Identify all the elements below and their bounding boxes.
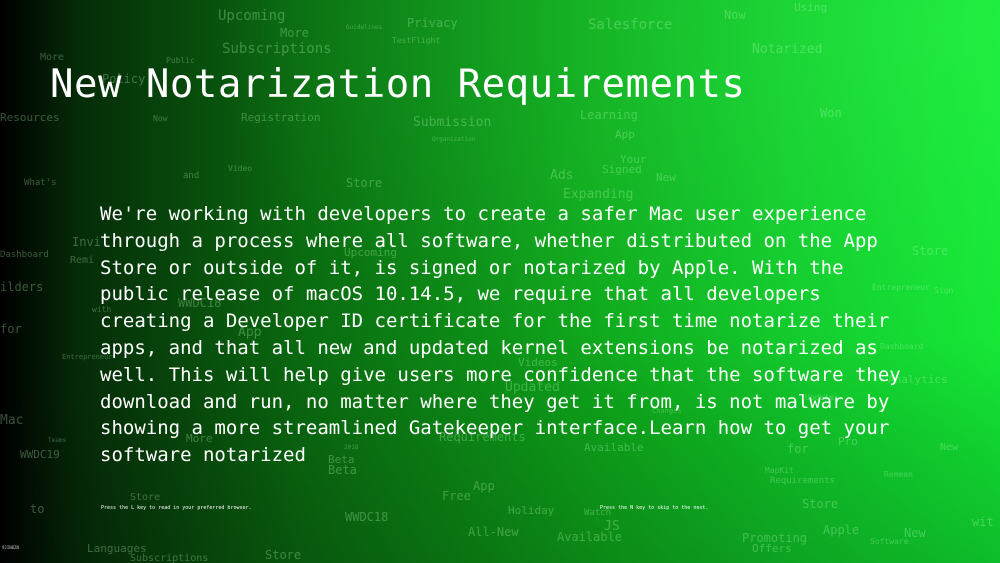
bg-word: More [280, 26, 309, 40]
bg-word: App [473, 479, 495, 493]
slide-title: New Notarization Requirements [50, 62, 746, 107]
bg-word: Privacy [407, 16, 458, 30]
bg-word: New [904, 526, 926, 540]
bg-word: Expanding [563, 187, 634, 202]
bg-word: Upcoming [218, 8, 286, 24]
bg-word: Store [130, 492, 161, 503]
bg-word: and [183, 171, 200, 181]
bg-word: Offers [752, 542, 792, 555]
bg-word: TestFlight [392, 36, 441, 45]
bg-word: Dashboard [0, 250, 49, 260]
bg-word: ilders [0, 280, 44, 294]
bg-word: Guidelines [346, 24, 383, 31]
bg-word: Software [870, 537, 909, 546]
bg-word: New [940, 442, 959, 453]
bg-word: Teams [48, 437, 67, 444]
bg-word: Promoting [742, 531, 808, 545]
bg-word: Free [442, 489, 471, 503]
bg-word: Submission [413, 115, 492, 130]
bg-word: Mac [0, 413, 24, 428]
bg-word: Now [724, 8, 746, 22]
bg-word: Notarized [752, 42, 823, 57]
bg-word: to [30, 502, 45, 516]
corner-code: 9JIN8ZN [2, 545, 19, 550]
bg-word: Requirements [770, 476, 836, 486]
read-in-browser-hint: Press the L key to read in your preferre… [101, 505, 252, 511]
bg-word: wit [972, 515, 994, 529]
bg-word: Subscriptions [130, 553, 209, 563]
bg-word: Organization [432, 136, 476, 143]
bg-word: Languages [87, 542, 147, 555]
slide-body-text: We're working with developers to create … [100, 203, 901, 467]
bg-word: JS [604, 519, 620, 534]
bg-word: Using [794, 1, 828, 14]
bg-word: Signed [602, 163, 642, 176]
bg-word: Remean [884, 470, 913, 479]
bg-word: Ads [550, 168, 574, 183]
bg-word: WWDC18 [345, 510, 389, 524]
bg-word: Available [557, 530, 623, 544]
bg-word: Won [820, 106, 842, 120]
bg-word: Holiday [508, 504, 555, 517]
bg-word: Invi [72, 235, 101, 249]
bg-word: Resources [0, 111, 60, 124]
bg-word: Remi [70, 255, 95, 266]
bg-word: What's [24, 178, 57, 188]
bg-word: Sign [934, 286, 954, 295]
bg-word: New [656, 171, 676, 184]
bg-word: Now [153, 114, 168, 123]
bg-word: Learning [580, 108, 638, 122]
skip-to-next-hint: Press the N key to skip to the next. [600, 505, 709, 511]
bg-word: Store [265, 548, 302, 562]
bg-word: Apple [823, 523, 860, 537]
bg-word: Video [228, 164, 253, 173]
bg-word: for [0, 322, 22, 336]
bg-word: All-New [468, 525, 519, 539]
bg-word: WWDC19 [20, 448, 60, 461]
bg-word: Store [802, 497, 839, 511]
bg-word: Salesforce [588, 17, 673, 33]
bg-word: Store [346, 176, 383, 190]
bg-word: Your [620, 153, 647, 166]
bg-word: App [615, 128, 635, 141]
bg-word: Subscriptions [222, 41, 332, 57]
bg-word: Registration [241, 111, 321, 124]
